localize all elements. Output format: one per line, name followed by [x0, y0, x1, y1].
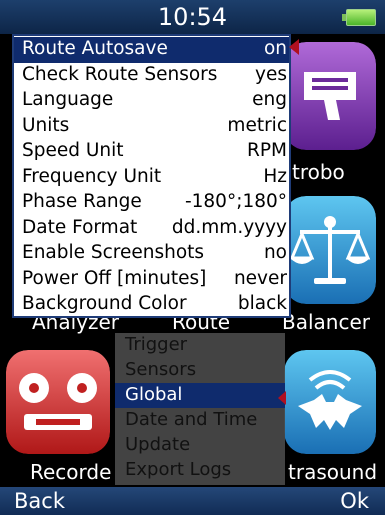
- setting-power-off[interactable]: Power Off [minutes] never: [14, 267, 289, 293]
- app-label-recorder: Recorde: [30, 460, 112, 484]
- setting-route-autosave[interactable]: Route Autosave on: [14, 37, 289, 63]
- setting-name: Phase Range: [22, 191, 142, 212]
- menu-item-sensors[interactable]: Sensors: [115, 358, 285, 383]
- device-screen: 10:54 trobo Analyzer Route Balancer Reco…: [0, 0, 385, 515]
- setting-name: Route Autosave: [22, 38, 168, 59]
- setting-date-format[interactable]: Date Format dd.mm.yyyy: [14, 216, 289, 242]
- setting-name: Speed Unit: [22, 140, 124, 161]
- setting-value: -180°;180°: [184, 191, 287, 212]
- menu-item-label: Export Logs: [125, 459, 232, 480]
- setting-name: Language: [22, 89, 114, 110]
- main-menu: Trigger Sensors Global Date and Time Upd…: [115, 333, 285, 485]
- setting-name: Power Off [minutes]: [22, 267, 207, 289]
- softkey-bar: Back Ok: [0, 487, 385, 515]
- menu-item-global[interactable]: Global: [115, 383, 285, 408]
- setting-language[interactable]: Language eng: [14, 88, 289, 114]
- tape-recorder-icon: [6, 350, 110, 454]
- edit-arrow-icon: [289, 39, 299, 55]
- menu-item-label: Sensors: [125, 359, 197, 380]
- setting-value: black: [237, 293, 287, 314]
- balance-scale-icon: [284, 196, 376, 304]
- ok-button[interactable]: Ok: [340, 488, 369, 514]
- setting-value: metric: [227, 114, 287, 136]
- setting-name: Check Route Sensors: [22, 63, 218, 85]
- setting-name: Enable Screenshots: [22, 242, 205, 263]
- setting-phase-range[interactable]: Phase Range -180°;180°: [14, 190, 289, 216]
- setting-name: Frequency Unit: [22, 165, 162, 187]
- setting-value: on: [263, 38, 287, 59]
- menu-item-label: Global: [125, 384, 183, 405]
- app-label-strobo: trobo: [292, 160, 345, 184]
- menu-item-update[interactable]: Update: [115, 433, 285, 458]
- setting-enable-screenshots[interactable]: Enable Screenshots no: [14, 241, 289, 267]
- menu-item-trigger[interactable]: Trigger: [115, 333, 285, 358]
- bat-ultrasound-icon: [284, 350, 376, 454]
- menu-item-export-logs[interactable]: Export Logs: [115, 458, 285, 483]
- menu-item-label: Update: [125, 434, 191, 455]
- setting-name: Units: [22, 114, 70, 136]
- back-button[interactable]: Back: [14, 488, 65, 514]
- setting-name: Date Format: [22, 216, 138, 238]
- status-bar: 10:54: [0, 0, 385, 34]
- setting-background-color[interactable]: Background Color black: [14, 292, 289, 318]
- app-label-balancer: Balancer: [282, 310, 370, 334]
- battery-full-icon: [342, 9, 376, 26]
- setting-value: RPM: [247, 140, 287, 161]
- clock: 10:54: [157, 3, 228, 31]
- setting-value: Hz: [263, 165, 287, 187]
- setting-frequency-unit[interactable]: Frequency Unit Hz: [14, 165, 289, 191]
- global-settings-panel: Route Autosave on Check Route Sensors ye…: [12, 34, 291, 318]
- setting-speed-unit[interactable]: Speed Unit RPM: [14, 139, 289, 165]
- setting-value: no: [263, 242, 287, 263]
- setting-value: dd.mm.yyyy: [171, 216, 287, 238]
- app-label-ultrasound: trasound: [288, 460, 378, 484]
- setting-name: Background Color: [22, 293, 187, 314]
- setting-value: eng: [252, 89, 287, 110]
- menu-item-date-and-time[interactable]: Date and Time: [115, 408, 285, 433]
- stroboscope-icon: [284, 42, 376, 150]
- setting-value: never: [233, 267, 287, 289]
- setting-check-route-sensors[interactable]: Check Route Sensors yes: [14, 63, 289, 89]
- app-tile-strobo[interactable]: [284, 42, 376, 150]
- app-tile-balancer[interactable]: [284, 196, 376, 304]
- menu-item-label: Trigger: [125, 334, 188, 355]
- app-tile-ultrasound[interactable]: [284, 350, 376, 454]
- submenu-arrow-icon: [278, 391, 286, 405]
- setting-units[interactable]: Units metric: [14, 114, 289, 140]
- setting-value: yes: [255, 63, 287, 85]
- menu-item-label: Date and Time: [125, 409, 258, 430]
- app-tile-recorder[interactable]: [6, 350, 110, 454]
